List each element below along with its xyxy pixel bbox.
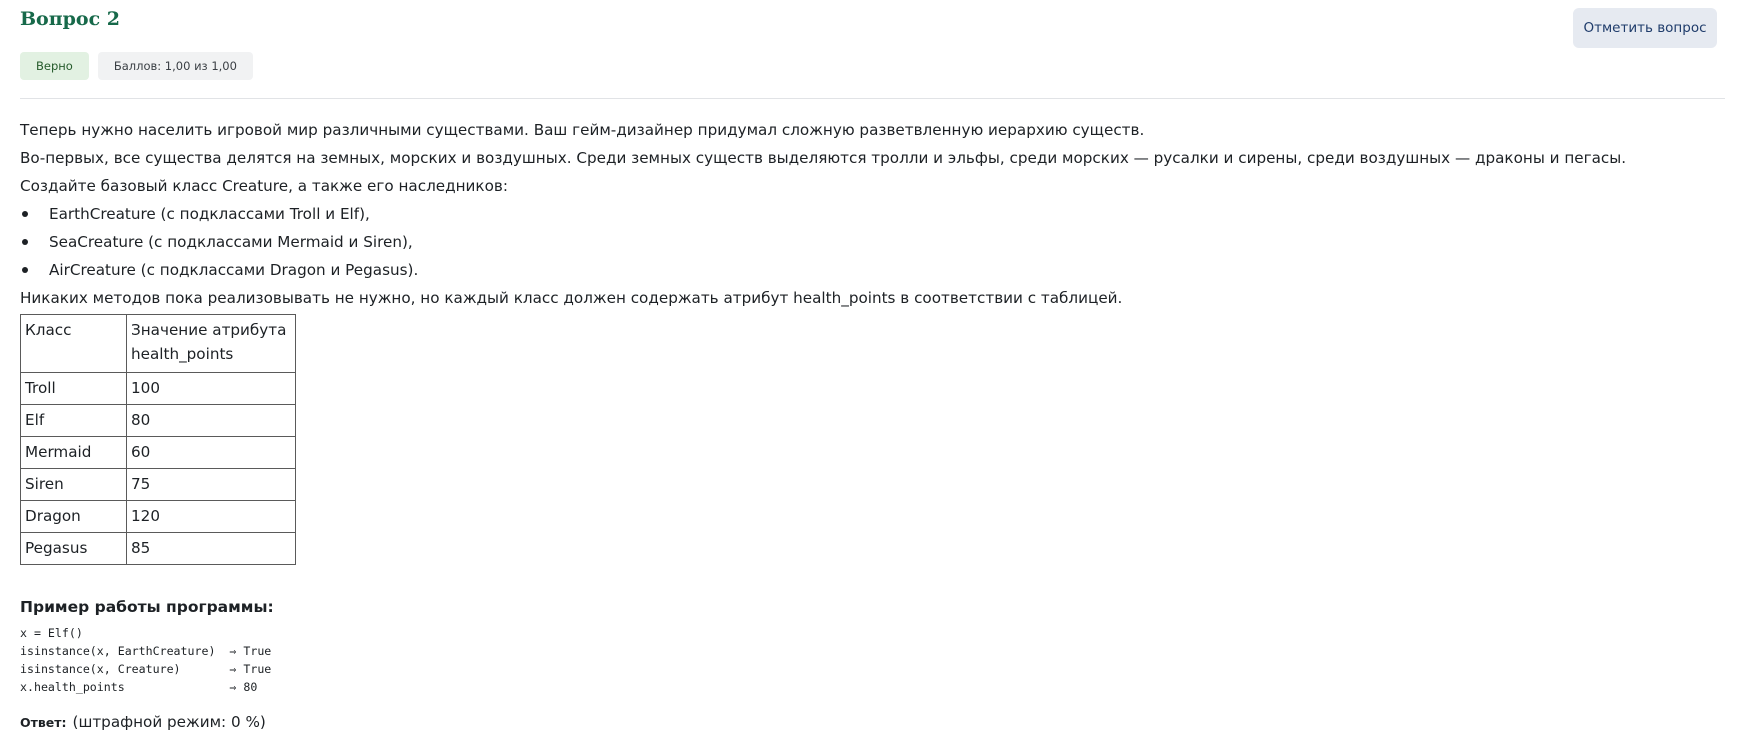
table-cell-class: Siren: [20, 468, 127, 501]
list-item-text: SeaCreature (с подклассами Mermaid и Sir…: [49, 233, 413, 251]
table-header-cell: Класс: [20, 314, 127, 373]
bullet-icon: [22, 239, 28, 245]
table-row: Dragon 120: [20, 500, 296, 533]
table-header-row: Класс Значение атрибута health_points: [20, 314, 296, 373]
table-cell-hp: 60: [126, 436, 296, 469]
table-row: Troll 100: [20, 372, 296, 405]
table-cell-class: Pegasus: [20, 532, 127, 565]
class-list: EarthCreature (с подклассами Troll и Elf…: [20, 202, 1725, 286]
paragraph: Теперь нужно населить игровой мир различ…: [20, 121, 1145, 139]
table-row: Siren 75: [20, 468, 296, 501]
code-line: isinstance(x, Creature) ⇒ True: [20, 662, 272, 676]
status-badge: Верно: [20, 52, 89, 80]
divider: [20, 98, 1725, 99]
table-cell-hp: 120: [126, 500, 296, 533]
bullet-icon: [22, 211, 28, 217]
table-cell-class: Dragon: [20, 500, 127, 533]
score-badge: Баллов: 1,00 из 1,00: [97, 52, 253, 80]
example-title: Пример работы программы:: [20, 598, 274, 616]
answer-label: Ответ:: [20, 715, 67, 730]
penalty-mode-text: (штрафной режим: 0 %): [72, 713, 266, 731]
table-cell-hp: 100: [126, 372, 296, 405]
question-title: Вопрос 2: [20, 8, 121, 30]
flag-question-button[interactable]: Отметить вопрос: [1573, 8, 1717, 48]
code-line: isinstance(x, EarthCreature) ⇒ True: [20, 644, 272, 658]
table-cell-hp: 80: [126, 404, 296, 437]
code-line: x = Elf(): [20, 626, 83, 640]
paragraph: Никаких методов пока реализовывать не ну…: [20, 289, 1123, 307]
list-item: AirCreature (с подклассами Dragon и Pega…: [20, 258, 1725, 286]
table-header-cell: Значение атрибута health_points: [126, 314, 296, 373]
question-text: Теперь нужно населить игровой мир различ…: [20, 118, 1725, 734]
table-row: Pegasus 85: [20, 532, 296, 565]
header-text: health_points: [131, 345, 234, 363]
bullet-icon: [22, 267, 28, 273]
list-item: EarthCreature (с подклассами Troll и Elf…: [20, 202, 1725, 230]
paragraph: Во-первых, все существа делятся на земны…: [20, 149, 1627, 167]
example-code: x = Elf() isinstance(x, EarthCreature) ⇒…: [20, 624, 1725, 696]
table-cell-class: Troll: [20, 372, 127, 405]
header-text: Значение атрибута: [131, 321, 287, 339]
paragraph: Создайте базовый класс Creature, а также…: [20, 177, 508, 195]
table-cell-hp: 75: [126, 468, 296, 501]
table-row: Mermaid 60: [20, 436, 296, 469]
code-line: x.health_points ⇒ 80: [20, 680, 258, 694]
table-row: Elf 80: [20, 404, 296, 437]
table-cell-hp: 85: [126, 532, 296, 565]
list-item: SeaCreature (с подклассами Mermaid и Sir…: [20, 230, 1725, 258]
question-status-bar: Верно Баллов: 1,00 из 1,00: [20, 52, 253, 80]
list-item-text: AirCreature (с подклассами Dragon и Pega…: [49, 261, 419, 279]
table-cell-class: Mermaid: [20, 436, 127, 469]
health-points-table: Класс Значение атрибута health_points Tro…: [20, 314, 296, 565]
list-item-text: EarthCreature (с подклассами Troll и Elf…: [49, 205, 370, 223]
answer-row: Ответ: (штрафной режим: 0 %): [20, 710, 1725, 734]
table-cell-class: Elf: [20, 404, 127, 437]
